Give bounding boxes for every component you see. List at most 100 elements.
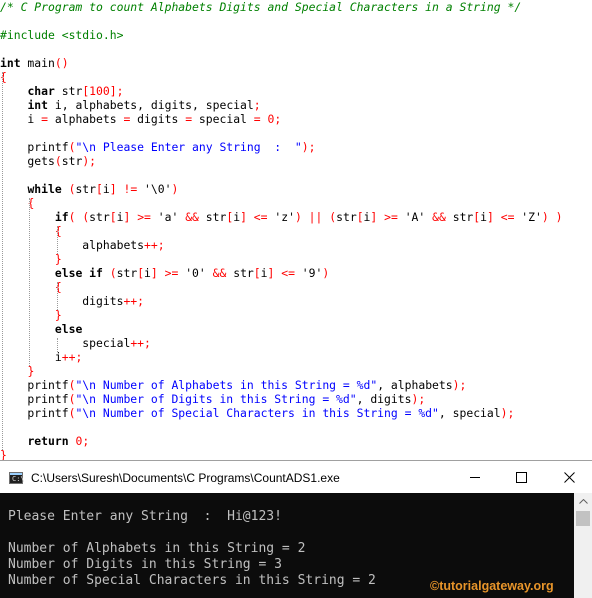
console-output[interactable]: Please Enter any String : Hi@123! Number … [0, 493, 592, 598]
code-line: i++; [0, 350, 82, 364]
code-token: i [260, 266, 268, 280]
code-token: , special [438, 406, 501, 420]
code-token: 'Z' [514, 210, 542, 224]
code-token: ) [322, 266, 330, 280]
code-token: while [27, 182, 62, 196]
code-token: ); [411, 392, 426, 406]
code-token: ) [541, 210, 549, 224]
code-line: } [0, 308, 62, 322]
minimize-button[interactable] [452, 462, 498, 493]
code-token: ++; [144, 238, 165, 252]
code-token: 100 [89, 84, 110, 98]
code-token: ] [150, 266, 158, 280]
code-token: else if [54, 266, 103, 280]
console-window[interactable]: C:\ C:\Users\Suresh\Documents\C Programs… [0, 460, 592, 598]
code-token: /* C Program to count Alphabets Digits a… [0, 0, 522, 14]
code-line: int main() [0, 56, 69, 70]
console-scrollbar[interactable] [574, 493, 592, 598]
code-token: "\n Number of Alphabets in this String =… [75, 378, 378, 392]
code-token: "\n Number of Digits in this String = %d… [75, 392, 357, 406]
code-token: str [336, 210, 357, 224]
code-token: i [480, 210, 488, 224]
console-title: C:\Users\Suresh\Documents\C Programs\Cou… [31, 471, 340, 485]
code-token: str [61, 154, 83, 168]
code-token: 'A' [397, 210, 433, 224]
indent-guide [29, 198, 30, 366]
code-token: != [123, 182, 138, 196]
code-token: [ [109, 210, 117, 224]
code-line: printf("\n Please Enter any String : "); [0, 140, 315, 154]
console-output-line: Number of Alphabets in this String = 2 [8, 541, 306, 556]
code-line: special++; [0, 336, 151, 350]
code-token: printf [0, 406, 69, 420]
code-token: special [0, 336, 131, 350]
code-token: #include <stdio.h> [0, 28, 124, 42]
code-token: ] [487, 210, 494, 224]
code-token: ); [452, 378, 467, 392]
code-token: { [54, 280, 62, 294]
code-token: str [445, 210, 474, 224]
code-token: && [432, 210, 446, 224]
code-token: ; [82, 434, 90, 448]
code-token: >= [384, 210, 398, 224]
watermark-logo: ©tutorialgateway.org [430, 579, 554, 593]
code-token: str [226, 266, 254, 280]
code-token: i [102, 182, 110, 196]
code-token: ++; [61, 350, 83, 364]
code-token: else [54, 322, 83, 336]
code-token: printf [0, 392, 69, 406]
code-token: str [89, 210, 110, 224]
scroll-up-button[interactable] [574, 493, 592, 510]
close-button[interactable] [546, 462, 592, 493]
scroll-up-arrow-icon [578, 499, 588, 504]
code-token: i [0, 112, 42, 126]
code-token: && [185, 210, 199, 224]
code-token: <= [500, 210, 515, 224]
scroll-thumb[interactable] [576, 511, 590, 526]
code-token: 'z' [267, 210, 295, 224]
code-editor[interactable]: /* C Program to count Alphabets Digits a… [0, 0, 592, 460]
code-token: () [54, 56, 69, 70]
code-token: '9' [294, 266, 323, 280]
code-token: ) [294, 210, 302, 224]
code-token: printf [0, 378, 69, 392]
code-token: str [75, 182, 97, 196]
console-output-line: Number of Special Characters in this Str… [8, 573, 376, 588]
code-token: int [27, 98, 49, 112]
code-token: [ [96, 182, 103, 196]
code-token: i [144, 266, 151, 280]
code-line: { [0, 224, 62, 238]
console-app-icon: C:\ [9, 472, 25, 484]
close-icon [563, 472, 575, 483]
code-token: <= [253, 210, 268, 224]
console-titlebar[interactable]: C:\ C:\Users\Suresh\Documents\C Programs… [0, 462, 592, 493]
code-token: , alphabets [377, 378, 453, 392]
code-token: int [0, 56, 21, 70]
code-token: } [27, 364, 35, 378]
console-output-line: Number of Digits in this String = 3 [8, 557, 282, 572]
code-token: ) [171, 182, 179, 196]
minimize-icon [470, 477, 480, 478]
code-token: str [198, 210, 227, 224]
code-token: ] [109, 182, 117, 196]
maximize-button[interactable] [498, 462, 544, 493]
code-token: printf [0, 140, 69, 154]
indent-guide [57, 226, 58, 254]
code-line: digits++; [0, 294, 144, 308]
code-token: ] [240, 210, 247, 224]
code-token: = [41, 112, 49, 126]
code-line: #include <stdio.h> [0, 28, 123, 42]
code-token: = [253, 112, 261, 126]
code-line: while (str[i] != '\0') [0, 182, 178, 196]
indent-guide [2, 72, 3, 450]
